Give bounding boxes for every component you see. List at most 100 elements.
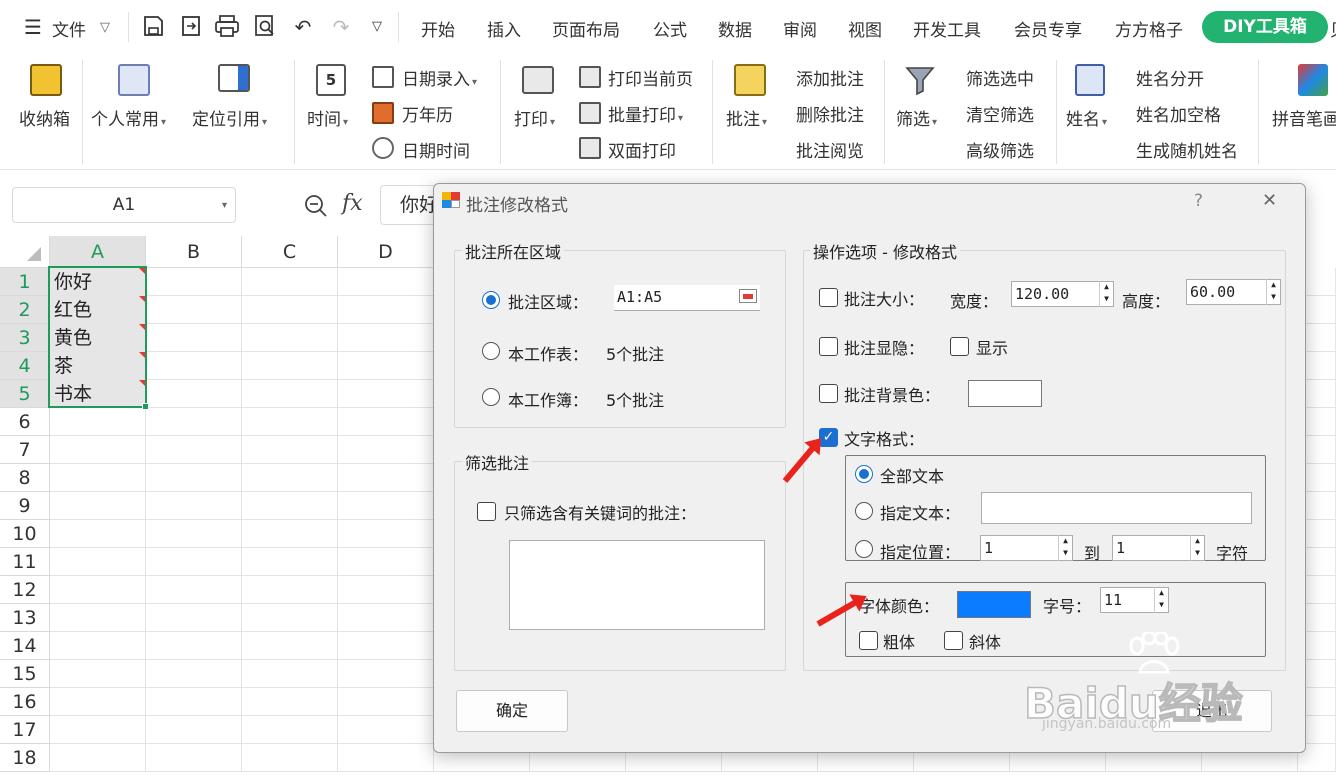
cell[interactable] bbox=[242, 268, 338, 296]
cell[interactable] bbox=[50, 520, 146, 548]
tab-home[interactable]: 开始 bbox=[421, 16, 455, 41]
tab-data[interactable]: 数据 bbox=[718, 16, 752, 41]
delete-comment-button[interactable]: 删除批注 bbox=[796, 101, 864, 126]
help-button[interactable]: ? bbox=[1194, 191, 1203, 211]
save-icon[interactable] bbox=[140, 14, 166, 40]
tab-review[interactable]: 审阅 bbox=[783, 16, 817, 41]
fx-icon[interactable]: fx bbox=[342, 191, 363, 216]
range-picker-icon[interactable] bbox=[739, 289, 757, 303]
keyword-filter-checkbox[interactable] bbox=[477, 502, 496, 521]
row-header-14[interactable]: 14 bbox=[0, 632, 50, 660]
exit-button[interactable]: 退出 bbox=[1152, 690, 1272, 732]
cell[interactable] bbox=[146, 352, 242, 380]
position-to-input[interactable]: 1 ▲ ▼ bbox=[1112, 535, 1205, 561]
italic-checkbox[interactable] bbox=[944, 631, 963, 650]
bold-checkbox[interactable] bbox=[859, 631, 878, 650]
chevron-down-icon[interactable]: ▽ bbox=[100, 20, 110, 35]
cell[interactable] bbox=[338, 268, 434, 296]
cell[interactable] bbox=[50, 632, 146, 660]
file-menu[interactable]: 文件 bbox=[52, 16, 86, 41]
size-checkbox[interactable] bbox=[819, 288, 838, 307]
zoom-formula-icon[interactable] bbox=[303, 193, 329, 219]
row-header-3[interactable]: 3 bbox=[0, 324, 50, 352]
ok-button[interactable]: 确定 bbox=[456, 690, 568, 732]
cell[interactable] bbox=[242, 352, 338, 380]
cell[interactable] bbox=[242, 296, 338, 324]
cell[interactable] bbox=[338, 436, 434, 464]
cell[interactable] bbox=[50, 436, 146, 464]
width-spinner[interactable]: ▲ ▼ bbox=[1099, 281, 1113, 307]
cell[interactable] bbox=[338, 408, 434, 436]
cell[interactable] bbox=[146, 576, 242, 604]
cell[interactable] bbox=[338, 604, 434, 632]
undo-icon[interactable]: ↶ bbox=[290, 14, 316, 40]
cell[interactable] bbox=[242, 492, 338, 520]
cell[interactable] bbox=[338, 352, 434, 380]
row-header-4[interactable]: 4 bbox=[0, 352, 50, 380]
row-header-5[interactable]: 5 bbox=[0, 380, 50, 408]
close-icon[interactable]: ✕ bbox=[1262, 190, 1277, 211]
cell[interactable] bbox=[242, 548, 338, 576]
row-header-13[interactable]: 13 bbox=[0, 604, 50, 632]
name-space-button[interactable]: 姓名加空格 bbox=[1136, 101, 1221, 126]
random-name-button[interactable]: 生成随机姓名 bbox=[1136, 137, 1238, 162]
tab-fangfang[interactable]: 方方格子 bbox=[1115, 16, 1183, 41]
tab-diy-toolbox[interactable]: DIY工具箱 bbox=[1202, 11, 1328, 43]
cell[interactable] bbox=[146, 744, 242, 772]
cell[interactable] bbox=[242, 380, 338, 408]
cell[interactable] bbox=[338, 744, 434, 772]
tab-view[interactable]: 视图 bbox=[848, 16, 882, 41]
cell[interactable] bbox=[50, 408, 146, 436]
cell[interactable] bbox=[146, 492, 242, 520]
add-comment-button[interactable]: 添加批注 bbox=[796, 65, 864, 90]
position-from-spinner[interactable]: ▲ ▼ bbox=[1058, 535, 1072, 561]
cell[interactable] bbox=[50, 576, 146, 604]
height-input[interactable]: 60.00 ▲ ▼ bbox=[1186, 279, 1281, 305]
cell[interactable] bbox=[242, 464, 338, 492]
clear-filter-button[interactable]: 清空筛选 bbox=[966, 101, 1034, 126]
show-checkbox[interactable] bbox=[950, 337, 969, 356]
position-to-spinner[interactable]: ▲ ▼ bbox=[1190, 535, 1204, 561]
cell[interactable] bbox=[338, 660, 434, 688]
tab-formulas[interactable]: 公式 bbox=[653, 16, 687, 41]
visibility-checkbox[interactable] bbox=[819, 337, 838, 356]
cell[interactable] bbox=[50, 492, 146, 520]
cell[interactable] bbox=[50, 464, 146, 492]
name-split-button[interactable]: 姓名分开 bbox=[1136, 65, 1204, 90]
cell[interactable] bbox=[242, 660, 338, 688]
cell[interactable] bbox=[242, 436, 338, 464]
hamburger-menu-icon[interactable]: ☰ bbox=[20, 14, 46, 40]
cell[interactable] bbox=[338, 520, 434, 548]
tab-page-layout[interactable]: 页面布局 bbox=[552, 16, 620, 41]
workbook-radio[interactable] bbox=[482, 388, 500, 406]
specified-position-radio[interactable] bbox=[855, 540, 873, 558]
row-header-1[interactable]: 1 bbox=[0, 268, 50, 296]
cell[interactable] bbox=[338, 632, 434, 660]
specified-text-radio[interactable] bbox=[855, 502, 873, 520]
background-color-checkbox[interactable] bbox=[819, 384, 838, 403]
cell[interactable] bbox=[146, 520, 242, 548]
cell[interactable] bbox=[338, 688, 434, 716]
tab-developer[interactable]: 开发工具 bbox=[913, 16, 981, 41]
tab-insert[interactable]: 插入 bbox=[487, 16, 521, 41]
cell[interactable] bbox=[338, 548, 434, 576]
cell[interactable] bbox=[242, 324, 338, 352]
row-header-15[interactable]: 15 bbox=[0, 660, 50, 688]
specified-text-input[interactable] bbox=[981, 492, 1252, 524]
cell[interactable] bbox=[146, 660, 242, 688]
redo-icon[interactable]: ↷ bbox=[328, 14, 354, 40]
background-color-swatch[interactable] bbox=[968, 380, 1042, 407]
row-header-7[interactable]: 7 bbox=[0, 436, 50, 464]
font-color-swatch[interactable] bbox=[957, 591, 1031, 618]
row-header-10[interactable]: 10 bbox=[0, 520, 50, 548]
cell[interactable] bbox=[338, 380, 434, 408]
read-comment-button[interactable]: 批注阅览 bbox=[796, 137, 864, 162]
select-all-corner[interactable] bbox=[0, 236, 50, 268]
name-box[interactable]: A1 bbox=[12, 187, 236, 223]
fill-handle[interactable] bbox=[142, 403, 149, 410]
cell[interactable] bbox=[146, 548, 242, 576]
cell[interactable] bbox=[146, 464, 242, 492]
all-text-radio[interactable] bbox=[855, 465, 873, 483]
cell[interactable] bbox=[146, 268, 242, 296]
cell[interactable] bbox=[242, 632, 338, 660]
